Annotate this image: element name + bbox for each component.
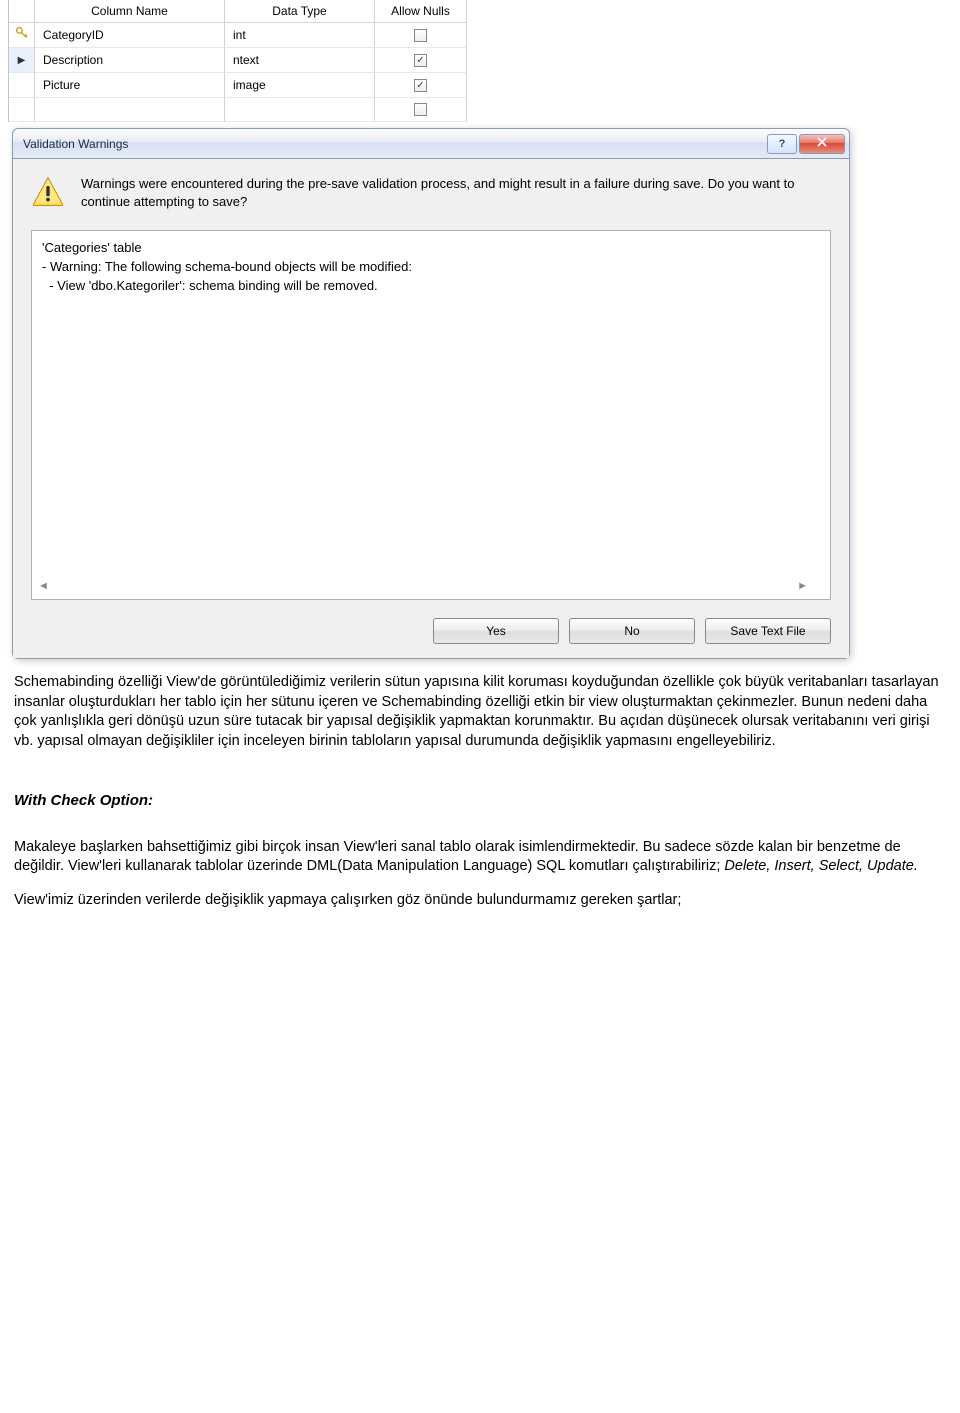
article-emphasis: Delete, Insert, Select, Update. xyxy=(724,858,917,874)
cell-allow-nulls[interactable] xyxy=(375,23,467,48)
article-paragraph: Makaleye başlarken bahsettiğimiz gibi bi… xyxy=(14,838,948,877)
table-row[interactable]: ▶ Description ntext ✓ xyxy=(9,48,488,73)
cell-allow-nulls[interactable]: ✓ xyxy=(375,73,467,98)
cell-allow-nulls[interactable]: ✓ xyxy=(375,48,467,73)
dialog-body: Warnings were encountered during the pre… xyxy=(13,159,849,658)
row-gutter-selected: ▶ xyxy=(9,48,35,73)
cell-data-type[interactable] xyxy=(225,98,375,122)
dialog-button-row: Yes No Save Text File xyxy=(31,618,831,644)
header-gutter xyxy=(9,0,35,23)
details-line: - Warning: The following schema-bound ob… xyxy=(42,258,820,277)
table-row[interactable]: CategoryID int xyxy=(9,23,488,48)
cell-column-name[interactable]: Picture xyxy=(35,73,225,98)
checkbox-checked[interactable]: ✓ xyxy=(414,79,427,92)
checkbox-checked[interactable]: ✓ xyxy=(414,54,427,67)
row-gutter-key xyxy=(9,23,35,48)
details-scrollbar[interactable]: ◄ ► xyxy=(38,579,808,595)
cell-allow-nulls[interactable] xyxy=(375,98,467,122)
details-line: 'Categories' table xyxy=(42,239,820,258)
header-column-name: Column Name xyxy=(35,0,225,23)
scroll-left-icon[interactable]: ◄ xyxy=(38,579,49,595)
scroll-right-icon[interactable]: ► xyxy=(797,579,808,595)
article-heading: With Check Option: xyxy=(14,791,948,811)
checkbox-unchecked[interactable] xyxy=(414,29,427,42)
cell-column-name[interactable]: CategoryID xyxy=(35,23,225,48)
save-text-file-button[interactable]: Save Text File xyxy=(705,618,831,644)
row-selector-icon: ▶ xyxy=(18,55,26,66)
no-button[interactable]: No xyxy=(569,618,695,644)
article-body: Schemabinding özelliği View'de görüntüle… xyxy=(0,659,960,910)
article-paragraph: View'imiz üzerinden verilerde değişiklik… xyxy=(14,891,948,911)
details-line: - View 'dbo.Kategoriler': schema binding… xyxy=(42,277,820,296)
close-button[interactable] xyxy=(799,134,845,154)
dialog-message: Warnings were encountered during the pre… xyxy=(81,175,831,214)
cell-data-type[interactable]: int xyxy=(225,23,375,48)
column-designer-table: Column Name Data Type Allow Nulls Catego… xyxy=(8,0,488,122)
table-header: Column Name Data Type Allow Nulls xyxy=(9,0,488,23)
help-button[interactable]: ? xyxy=(767,134,797,154)
dialog-message-row: Warnings were encountered during the pre… xyxy=(31,175,831,214)
primary-key-icon xyxy=(15,26,29,45)
cell-data-type[interactable]: image xyxy=(225,73,375,98)
warning-icon xyxy=(31,175,65,214)
table-row-empty[interactable] xyxy=(9,98,488,122)
dialog-details[interactable]: 'Categories' table - Warning: The follow… xyxy=(31,230,831,600)
row-gutter xyxy=(9,98,35,122)
article-paragraph: Schemabinding özelliği View'de görüntüle… xyxy=(14,673,948,751)
table-row[interactable]: Picture image ✓ xyxy=(9,73,488,98)
row-gutter xyxy=(9,73,35,98)
titlebar-buttons: ? xyxy=(767,134,845,154)
dialog-titlebar[interactable]: Validation Warnings ? xyxy=(13,129,849,159)
header-data-type: Data Type xyxy=(225,0,375,23)
close-icon xyxy=(817,137,827,150)
checkbox-unchecked[interactable] xyxy=(414,103,427,116)
cell-data-type[interactable]: ntext xyxy=(225,48,375,73)
dialog-title: Validation Warnings xyxy=(23,137,128,151)
header-allow-nulls: Allow Nulls xyxy=(375,0,467,23)
validation-warnings-dialog: Validation Warnings ? Warnings were enco… xyxy=(12,128,850,659)
yes-button[interactable]: Yes xyxy=(433,618,559,644)
cell-column-name[interactable]: Description xyxy=(35,48,225,73)
cell-column-name[interactable] xyxy=(35,98,225,122)
